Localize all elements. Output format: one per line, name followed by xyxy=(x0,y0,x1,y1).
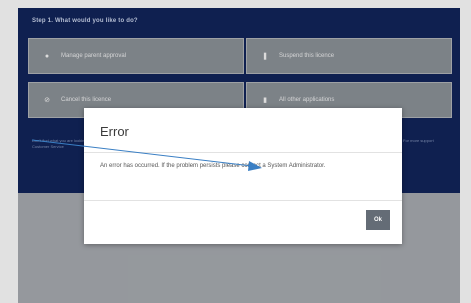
dialog-footer-divider xyxy=(84,200,402,201)
ok-button[interactable]: Ok xyxy=(366,210,390,230)
dialog-message: An error has occurred. If the problem pe… xyxy=(100,163,326,169)
error-dialog: Error An error has occurred. If the prob… xyxy=(84,108,402,244)
dialog-divider xyxy=(84,152,402,153)
dialog-title: Error xyxy=(100,124,129,139)
